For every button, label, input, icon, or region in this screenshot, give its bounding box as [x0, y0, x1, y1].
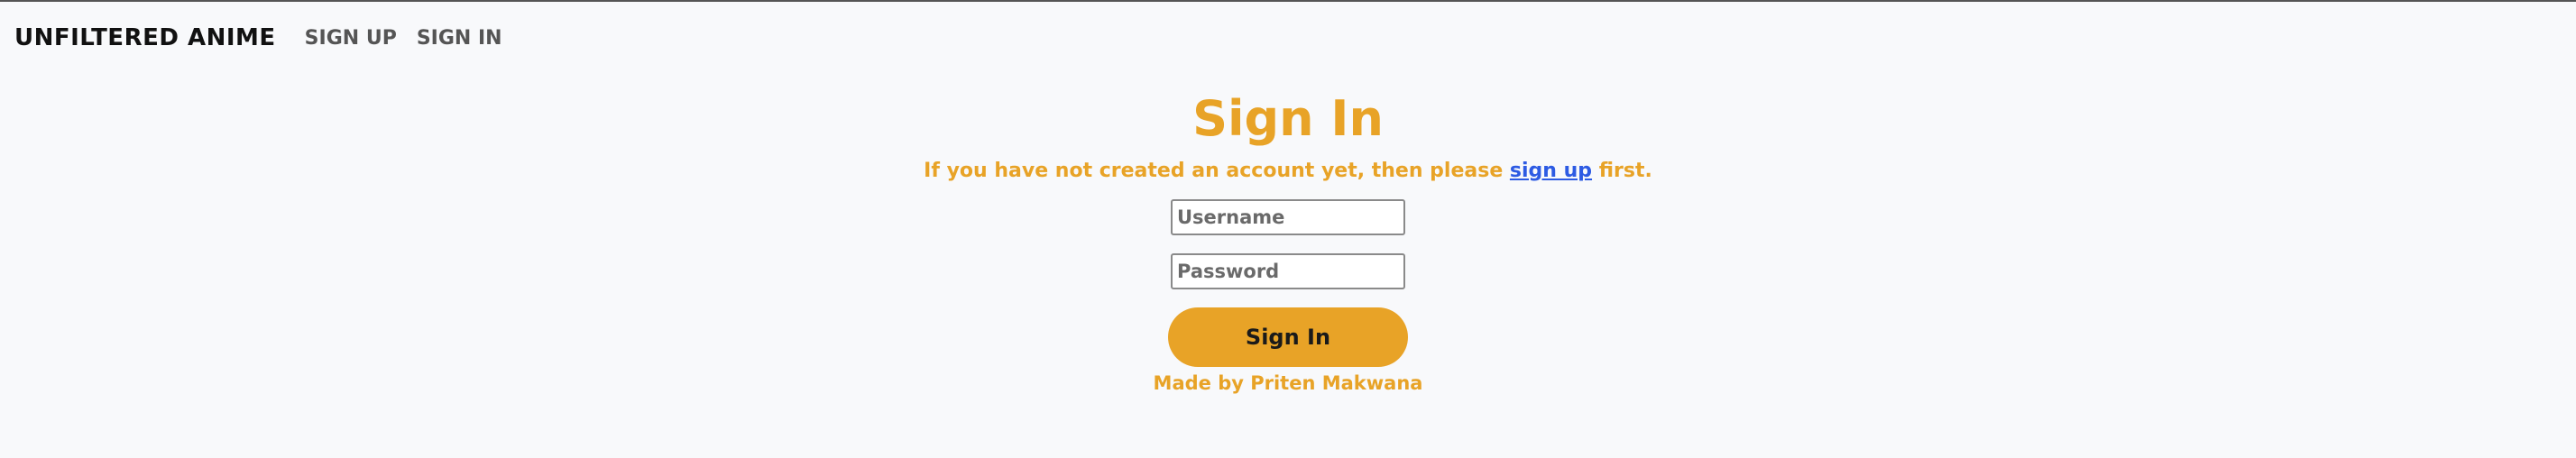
nav-link-sign-up[interactable]: SIGN UP [305, 27, 397, 50]
signin-panel: Sign In If you have not created an accou… [0, 87, 2576, 396]
username-input[interactable] [1171, 199, 1405, 235]
signup-prompt: If you have not created an account yet, … [924, 156, 1652, 187]
signup-prompt-text-after: first. [1592, 160, 1652, 182]
nav-link-sign-in[interactable]: SIGN IN [417, 27, 502, 50]
signup-prompt-text-before: If you have not created an account yet, … [924, 160, 1510, 182]
footer-credit: Made by Priten Makwana [1153, 372, 1423, 394]
top-navbar: UNFILTERED ANIME SIGN UP SIGN IN [14, 22, 522, 54]
page-title: Sign In [1192, 90, 1384, 147]
sign-up-link[interactable]: sign up [1510, 160, 1592, 182]
sign-in-button[interactable]: Sign In [1168, 307, 1408, 367]
brand-logo-link[interactable]: UNFILTERED ANIME [14, 24, 276, 51]
password-input[interactable] [1171, 253, 1405, 289]
